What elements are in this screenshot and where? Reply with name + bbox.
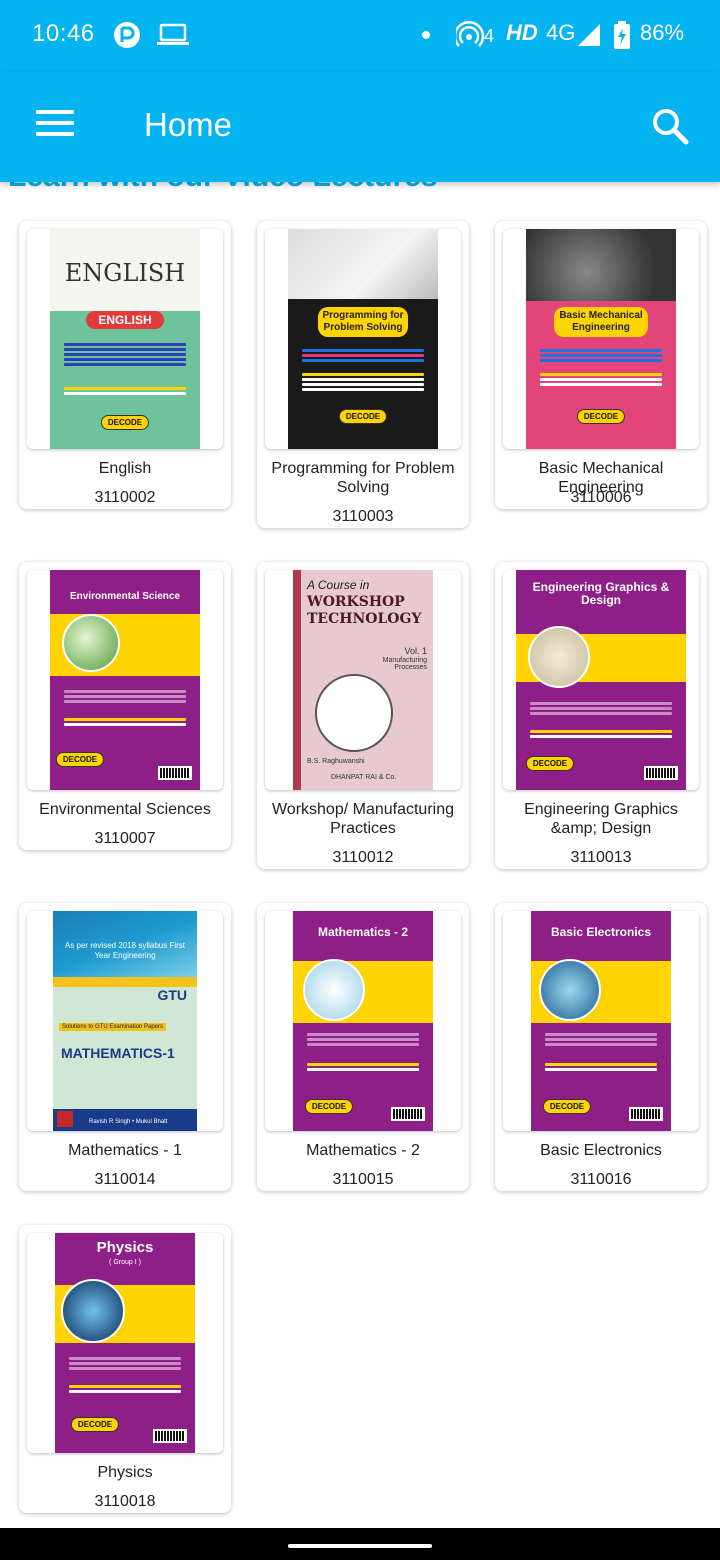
course-name: Engineering Graphics &amp; Design (524, 801, 678, 837)
course-card-environmental[interactable]: Environmental Science DECODE Environment… (19, 562, 231, 850)
cover-title: Basic Electronics (550, 925, 652, 939)
cover-decode-logo: DECODE (542, 1099, 592, 1114)
course-code: 3110002 (94, 489, 156, 506)
cover-title: Basic Mechanical Engineering (554, 307, 648, 337)
course-card-physics[interactable]: Physics ( Group I ) DECODE Physics 31100… (19, 1225, 231, 1513)
cover-decode-logo: DECODE (525, 756, 575, 771)
course-code: 3110014 (94, 1171, 156, 1188)
course-name: Environmental Sciences (39, 801, 211, 818)
cover-publisher: DHANPAT RAI & Co. (331, 774, 397, 781)
hamburger-menu-icon[interactable] (36, 110, 76, 140)
course-name: Basic Electronics (540, 1142, 662, 1159)
course-cover-image: Basic Electronics DECODE (503, 911, 699, 1131)
course-grid[interactable]: Learn with our Video Lectures ENGLISH EN… (0, 182, 720, 1528)
course-card-mathematics-1[interactable]: As per revised 2018 syllabus First Year … (19, 903, 231, 1191)
hotspot-icon (456, 18, 486, 52)
cover-title: MATHEMATICS-1 (61, 1045, 175, 1061)
cover-gtu: GTU (157, 987, 187, 1003)
cover-decode-logo: DECODE (338, 409, 388, 424)
cover-decode-logo: DECODE (70, 1417, 120, 1432)
signal-icon (576, 18, 602, 52)
search-icon[interactable] (650, 106, 694, 150)
course-cover-image: ENGLISH ENGLISH DECODE (27, 229, 223, 449)
course-name: Physics (97, 1464, 153, 1481)
course-cover-image: Environmental Science DECODE (27, 570, 223, 790)
notification-dot-icon (420, 18, 432, 52)
cover-subtitle: As per revised 2018 syllabus First Year … (64, 941, 186, 960)
course-cover-image: Programming for Problem Solving DECODE (265, 229, 461, 449)
cover-subtitle: Manufacturing Processes (382, 657, 427, 671)
course-code: 3110013 (570, 849, 632, 866)
course-name: English (98, 460, 152, 477)
cover-decode-logo: DECODE (100, 415, 150, 430)
course-cover-image: A Course in WORKSHOP TECHNOLOGY Vol. 1 M… (265, 570, 461, 790)
course-name: Programming for Problem Solving (271, 460, 455, 496)
app-logo-icon (112, 18, 142, 52)
cover-title: Mathematics - 2 (317, 925, 409, 939)
course-name: Mathematics - 2 (306, 1142, 420, 1159)
course-name: Workshop/ Manufacturing Practices (271, 801, 454, 837)
cover-title: Environmental Science (69, 591, 181, 602)
status-time: 10:46 (32, 20, 95, 47)
network-type: 4G (546, 20, 576, 45)
course-card-programming[interactable]: Programming for Problem Solving DECODE P… (257, 221, 469, 528)
cover-volume: Vol. 1 (404, 646, 427, 656)
cover-author: B.S. Raghuwanshi (307, 758, 365, 765)
cover-solutions: Solutions to GTU Examination Papers (59, 1023, 167, 1031)
course-code: 3110007 (94, 830, 156, 847)
cover-subtitle: A Course in (307, 578, 370, 592)
course-card-basic-electronics[interactable]: Basic Electronics DECODE Basic Electroni… (495, 903, 707, 1191)
battery-percent: 86% (640, 20, 685, 45)
system-navigation-bar (0, 1528, 720, 1560)
course-code: 3110018 (94, 1493, 156, 1510)
hotspot-count: 4 (484, 26, 495, 46)
course-cover-image: Engineering Graphics & Design DECODE (503, 570, 699, 790)
battery-charging-icon (612, 18, 632, 52)
cover-title: Physics (96, 1239, 154, 1256)
course-name: Mathematics - 1 (68, 1142, 182, 1159)
cover-subtitle: ( Group I ) (109, 1259, 141, 1266)
cover-english-word: ENGLISH (64, 259, 186, 287)
app-bar: Home (0, 72, 720, 182)
cover-decode-logo: DECODE (576, 409, 626, 424)
course-code: 3110003 (332, 508, 394, 525)
status-bar: 10:46 4 HD 4G 86% (0, 0, 720, 72)
course-code: 3110012 (332, 849, 394, 866)
cover-english-banner: ENGLISH (86, 311, 164, 329)
course-card-mathematics-2[interactable]: Mathematics - 2 DECODE Mathematics - 2 3… (257, 903, 469, 1191)
course-card-mechanical[interactable]: Basic Mechanical Engineering DECODE Basi… (495, 221, 707, 509)
laptop-icon (156, 18, 190, 52)
course-code: 3110016 (570, 1171, 632, 1188)
section-heading: Learn with our Video Lectures (8, 182, 438, 194)
course-card-english[interactable]: ENGLISH ENGLISH DECODE English 3110002 (19, 221, 231, 509)
home-gesture-handle[interactable] (288, 1544, 432, 1548)
course-card-workshop[interactable]: A Course in WORKSHOP TECHNOLOGY Vol. 1 M… (257, 562, 469, 869)
cover-title: Engineering Graphics & Design (532, 580, 670, 607)
hd-indicator: HD (506, 20, 538, 45)
cover-title: WORKSHOP TECHNOLOGY (307, 594, 422, 627)
cover-decode-logo: DECODE (55, 752, 105, 767)
course-cover-image: As per revised 2018 syllabus First Year … (27, 911, 223, 1131)
course-code: 3110015 (332, 1171, 394, 1188)
course-cover-image: Basic Mechanical Engineering DECODE (503, 229, 699, 449)
page-title: Home (144, 106, 233, 143)
cover-author: Ravish R Singh • Mukul Bhatt (89, 1119, 168, 1125)
cover-title: Programming for Problem Solving (318, 307, 408, 337)
course-code: 3110006 (570, 489, 632, 506)
cover-decode-logo: DECODE (304, 1099, 354, 1114)
course-cover-image: Mathematics - 2 DECODE (265, 911, 461, 1131)
course-card-engineering-graphics[interactable]: Engineering Graphics & Design DECODE Eng… (495, 562, 707, 869)
course-cover-image: Physics ( Group I ) DECODE (27, 1233, 223, 1453)
